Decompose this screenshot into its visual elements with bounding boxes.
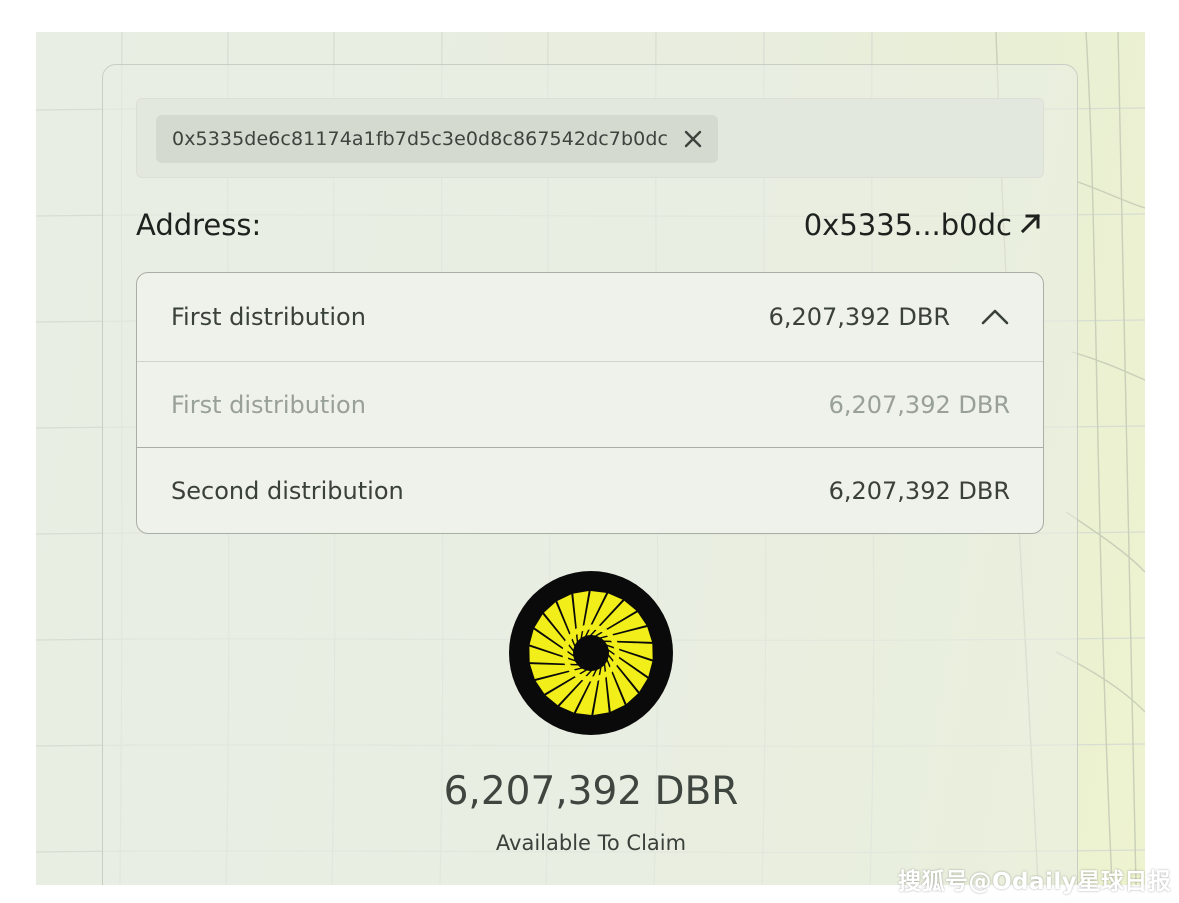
- address-row: Address: 0x5335...b0dc: [136, 205, 1044, 245]
- address-explorer-link[interactable]: 0x5335...b0dc: [804, 208, 1044, 242]
- address-chip: 0x5335de6c81174a1fb7d5c3e0d8c867542dc7b0…: [156, 115, 719, 163]
- selected-distribution-amount: 6,207,392 DBR: [768, 303, 950, 331]
- arrow-up-right-icon: [1018, 210, 1044, 241]
- close-icon[interactable]: [682, 128, 704, 150]
- claim-label: Available To Claim: [495, 831, 687, 855]
- watermark: 搜狐号@Odaily星球日报: [898, 869, 1172, 895]
- address-label: Address:: [136, 208, 262, 242]
- claim-page: 0x5335de6c81174a1fb7d5c3e0d8c867542dc7b0…: [36, 32, 1145, 885]
- distribution-option-second[interactable]: Second distribution 6,207,392 DBR: [137, 447, 1043, 533]
- distribution-option-amount: 6,207,392 DBR: [828, 390, 1010, 419]
- distribution-option-first[interactable]: First distribution 6,207,392 DBR: [137, 361, 1043, 447]
- address-chip-text: 0x5335de6c81174a1fb7d5c3e0d8c867542dc7b0…: [172, 128, 669, 150]
- chevron-up-icon: [980, 307, 1010, 327]
- selected-distribution-name: First distribution: [171, 303, 366, 331]
- address-value: 0x5335...b0dc: [803, 208, 1012, 242]
- distribution-option-name: Second distribution: [171, 477, 404, 505]
- claim-total-amount: 6,207,392 DBR: [443, 769, 739, 814]
- distribution-dropdown-toggle[interactable]: First distribution 6,207,392 DBR: [137, 273, 1043, 361]
- claim-card: 0x5335de6c81174a1fb7d5c3e0d8c867542dc7b0…: [102, 64, 1078, 885]
- distribution-dropdown: First distribution 6,207,392 DBR First d…: [136, 272, 1044, 534]
- distribution-option-amount: 6,207,392 DBR: [828, 477, 1010, 505]
- address-search-box[interactable]: 0x5335de6c81174a1fb7d5c3e0d8c867542dc7b0…: [136, 98, 1044, 178]
- distribution-option-name: First distribution: [171, 390, 366, 419]
- token-logo-icon: [509, 571, 673, 735]
